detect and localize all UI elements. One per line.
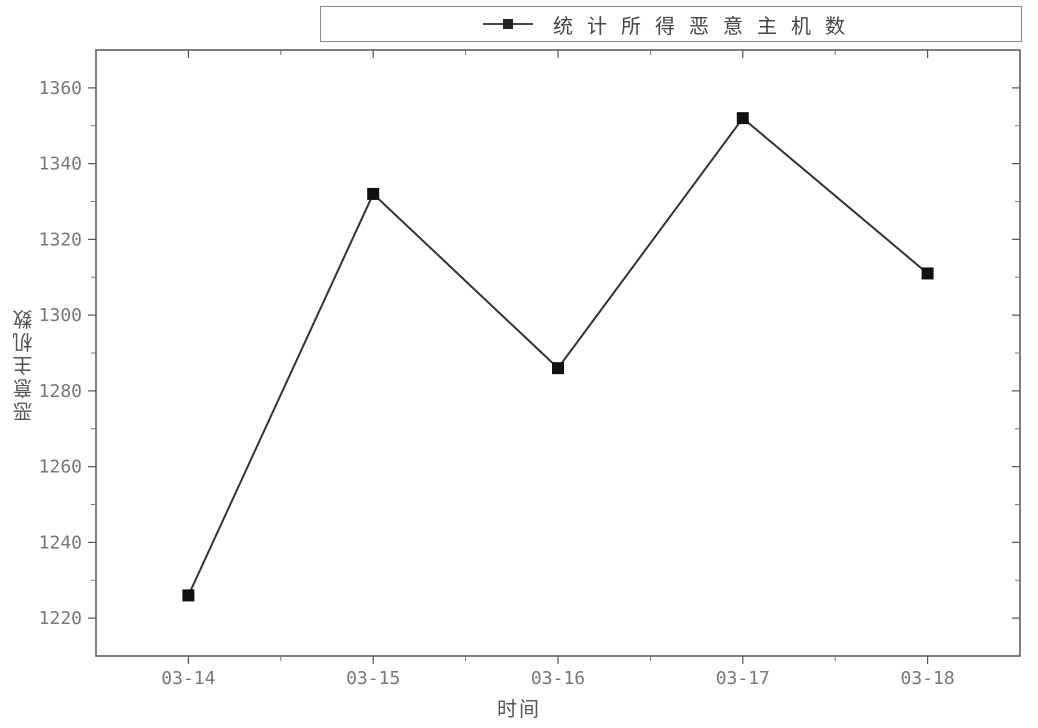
y-tick-label: 1320 xyxy=(39,229,82,250)
data-point xyxy=(367,188,379,200)
legend-label: 统计所得恶意主机数 xyxy=(553,10,859,39)
y-tick-label: 1260 xyxy=(39,457,82,478)
data-line xyxy=(188,118,927,595)
x-tick-label: 03-15 xyxy=(346,668,400,689)
plot-frame xyxy=(96,50,1020,656)
y-tick-label: 1360 xyxy=(39,78,82,99)
chart-plot: 1220 1240 1260 1280 1300 1320 1340 1360 03-14 03-… xyxy=(0,0,1038,728)
y-tick-label: 1340 xyxy=(39,154,82,175)
y-tick-label: 1280 xyxy=(39,381,82,402)
x-axis-label: 时间 xyxy=(497,693,541,722)
x-tick-label: 03-16 xyxy=(531,668,585,689)
data-point xyxy=(922,267,934,279)
y-tick-label: 1220 xyxy=(39,608,82,629)
legend-marker-icon xyxy=(483,19,533,29)
x-tick-label: 03-17 xyxy=(716,668,770,689)
x-tick-label: 03-18 xyxy=(901,668,955,689)
y-axis-label: 恶意主机数 xyxy=(10,307,39,422)
y-tick-label: 1240 xyxy=(39,532,82,553)
x-tick-label: 03-14 xyxy=(161,668,215,689)
chart-container: 统计所得恶意主机数 恶意主机数 时间 122012401260128013001… xyxy=(0,0,1038,728)
data-point xyxy=(182,589,194,601)
data-point xyxy=(552,362,564,374)
data-point xyxy=(737,112,749,124)
y-tick-label: 1300 xyxy=(39,305,82,326)
legend: 统计所得恶意主机数 xyxy=(320,6,1022,42)
